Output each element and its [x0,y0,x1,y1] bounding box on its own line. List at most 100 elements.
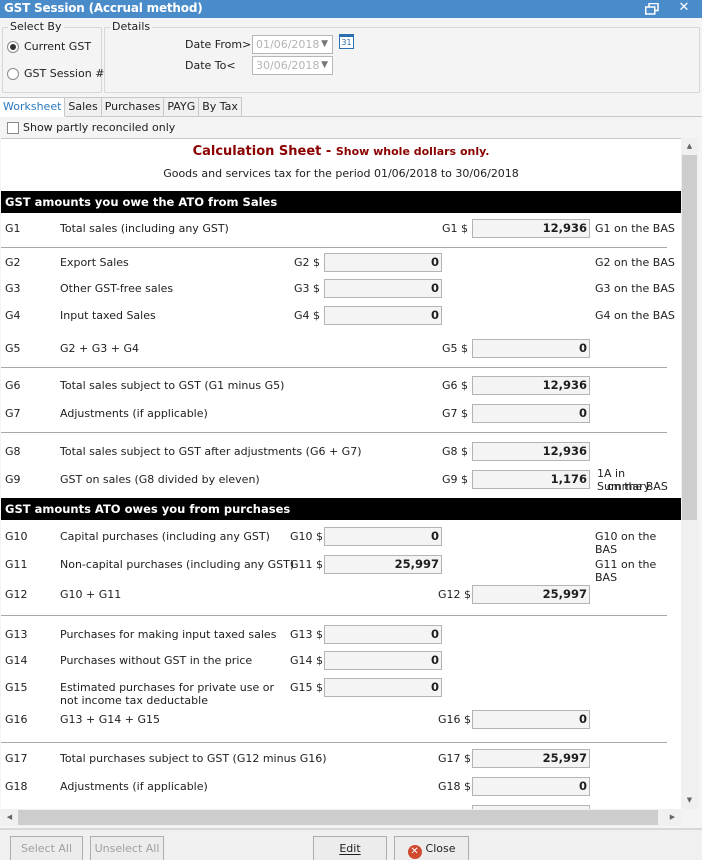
divider [1,432,667,433]
g8-field[interactable]: 12,936 [472,442,590,461]
show-partly-reconciled-label: Show partly reconciled only [23,121,176,134]
edit-button[interactable]: Edit [313,836,387,860]
g7-field[interactable]: 0 [472,404,590,423]
g18-label: G18 $ [438,780,472,793]
g7-desc: Adjustments (if applicable) [60,407,208,420]
date-to-select[interactable]: 30/06/2018 ▼ [252,56,333,75]
sheet-title-note: Show whole dollars only. [335,145,490,158]
date-to-value: 30/06/2018 [256,59,320,72]
g11-desc: Non-capital purchases (including any GST… [60,558,295,571]
horizontal-scroll-thumb[interactable] [18,810,658,825]
g12-field[interactable]: 25,997 [472,585,590,604]
sales-section-header: GST amounts you owe the ATO from Sales [1,191,681,213]
details-legend: Details [110,20,153,33]
g4-label: G4 $ [294,309,321,322]
g1-field[interactable]: 12,936 [472,219,590,238]
vertical-scroll-thumb[interactable] [682,155,697,520]
g15-desc-line2: not income tax deductable [60,694,208,707]
g14-field[interactable]: 0 [324,651,442,670]
chevron-down-icon: ▼ [321,39,328,49]
g6-field[interactable]: 12,936 [472,376,590,395]
tab-worksheet[interactable]: Worksheet [0,97,66,117]
g3-desc: Other GST-free sales [60,282,174,295]
scroll-up-icon[interactable]: ▲ [681,138,698,155]
horizontal-scrollbar[interactable]: ◀ ▶ [1,809,681,826]
tab-payg[interactable]: PAYG [164,97,200,117]
g9-desc: GST on sales (G8 divided by eleven) [60,473,260,486]
restore-icon[interactable] [645,3,659,15]
g18-desc: Adjustments (if applicable) [60,780,208,793]
g15-desc-line1: Estimated purchases for private use or [60,681,275,694]
close-circle-icon: ✕ [407,845,422,859]
g3-field[interactable]: 0 [324,279,442,298]
g4-field[interactable]: 0 [324,306,442,325]
g3-code: G3 [5,282,21,295]
g15-label: G15 $ [290,681,324,694]
checkbox-icon [7,121,19,134]
g16-code: G16 [5,713,28,726]
g17-field[interactable]: 25,997 [472,749,590,768]
sheet-title: Calculation Sheet - Show whole dollars o… [1,144,681,159]
g11-label: G11 $ [290,558,324,571]
select-all-button[interactable]: Select All [10,836,83,860]
g14-desc: Purchases without GST in the price [60,654,253,667]
g9-code: G9 [5,473,21,486]
g4-desc: Input taxed Sales [60,309,156,322]
g10-bas: G10 on the BAS [595,530,657,556]
show-partly-reconciled-checkbox[interactable]: Show partly reconciled only [7,121,175,134]
g11-field[interactable]: 25,997 [324,555,442,574]
tab-purchases[interactable]: Purchases [101,97,165,117]
divider [1,615,667,616]
g12-label: G12 $ [438,588,472,601]
g7-label: G7 $ [442,407,469,420]
radio-current-gst[interactable]: Current GST [7,40,91,53]
tab-sales[interactable]: Sales [65,97,102,117]
select-by-group: Select By [2,20,102,93]
select-by-legend: Select By [8,20,64,33]
g4-code: G4 [5,309,21,322]
g5-desc: G2 + G3 + G4 [60,342,139,355]
g13-code: G13 [5,628,28,641]
g5-code: G5 [5,342,21,355]
vertical-scrollbar[interactable]: ▲ ▼ [681,138,698,809]
g9-bas-line2: on the BAS [607,480,668,493]
tab-by-tax[interactable]: By Tax [199,97,242,117]
g13-field[interactable]: 0 [324,625,442,644]
date-from-value: 01/06/2018 [256,38,320,51]
g17-desc: Total purchases subject to GST (G12 minu… [60,752,327,765]
g15-field[interactable]: 0 [324,678,442,697]
g14-label: G14 $ [290,654,324,667]
bottom-toolbar: Select All Unselect All Edit ✕ Close [0,828,702,860]
date-from-select[interactable]: 01/06/2018 ▼ [252,35,333,54]
scroll-down-icon[interactable]: ▼ [681,792,698,809]
g16-field[interactable]: 0 [472,710,590,729]
g6-code: G6 [5,379,21,392]
scroll-left-icon[interactable]: ◀ [1,809,18,826]
scroll-right-icon[interactable]: ▶ [664,809,681,826]
g9-field[interactable]: 1,176 [472,470,590,489]
unselect-all-button[interactable]: Unselect All [90,836,164,860]
radio-gst-session[interactable]: GST Session # [7,67,104,80]
g2-field[interactable]: 0 [324,253,442,272]
g5-field[interactable]: 0 [472,339,590,358]
close-icon[interactable]: ✕ [677,1,691,15]
radio-gst-session-label: GST Session # [24,67,105,80]
g3-label: G3 $ [294,282,321,295]
g8-code: G8 [5,445,21,458]
g9-label: G9 $ [442,473,469,486]
calendar-icon[interactable]: 31 [339,34,354,49]
g18-field[interactable]: 0 [472,777,590,796]
sheet-title-text: Calculation Sheet [192,144,322,159]
date-to-label: Date To< [185,59,236,72]
radio-unselected-icon [7,67,19,80]
g2-bas: G2 on the BAS [595,256,675,269]
close-button[interactable]: ✕ Close [394,836,469,860]
g2-label: G2 $ [294,256,321,269]
g2-code: G2 [5,256,21,269]
divider [1,367,667,368]
g1-desc: Total sales (including any GST) [60,222,229,235]
g11-bas: G11 on the BAS [595,558,657,584]
g10-desc: Capital purchases (including any GST) [60,530,270,543]
g10-field[interactable]: 0 [324,527,442,546]
g4-bas: G4 on the BAS [595,309,675,322]
